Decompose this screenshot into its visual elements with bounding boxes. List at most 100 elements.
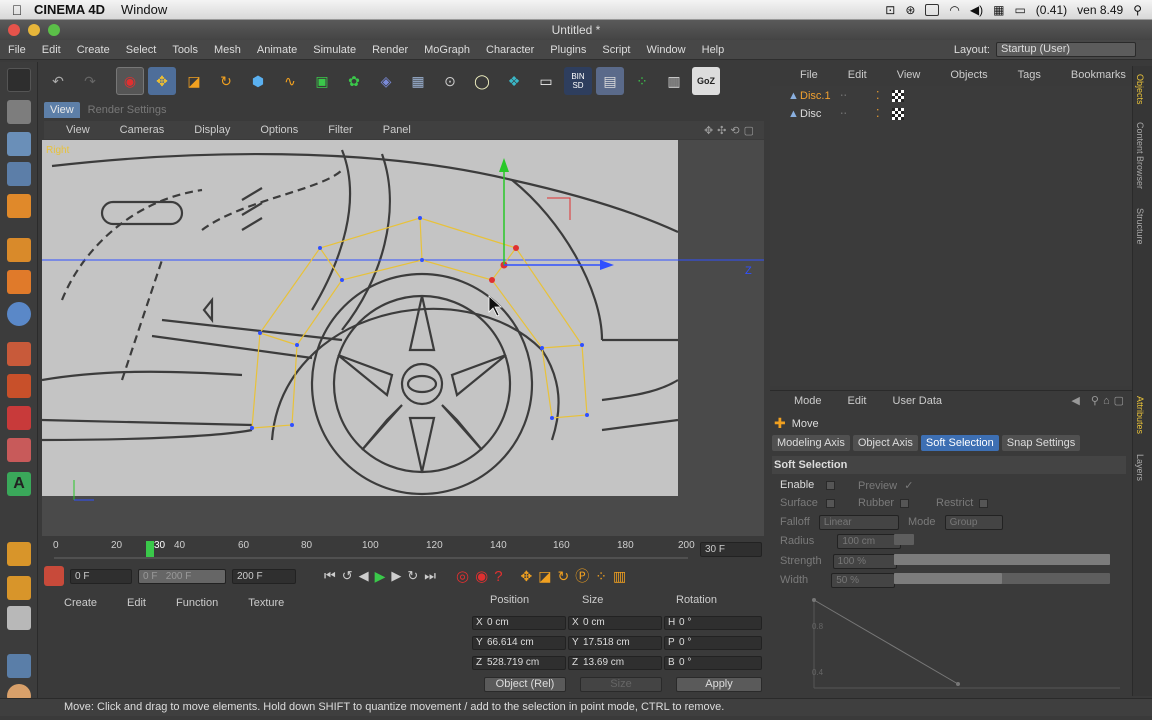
make-editable-icon[interactable] (7, 68, 31, 92)
mode-dropdown[interactable]: Group (944, 515, 1003, 530)
wifi-icon[interactable]: ◠ (949, 3, 959, 17)
radius-field[interactable]: 100 cm (837, 534, 902, 549)
workplane-icon[interactable] (7, 162, 31, 186)
menu-render[interactable]: Render (364, 44, 416, 56)
rotation-b-field[interactable]: B 0 ° (664, 656, 762, 670)
bin-sd-icon[interactable]: BIN SD (564, 67, 592, 95)
next-frame-icon[interactable]: ▶ (391, 568, 401, 584)
points-mode-icon[interactable] (7, 194, 31, 218)
texture-tag-icon[interactable] (892, 90, 904, 102)
camera-status-icon[interactable]: ⊡ (885, 3, 895, 17)
minimize-window-button[interactable] (28, 24, 40, 36)
tab-snap-settings[interactable]: Snap Settings (1001, 435, 1081, 451)
viewport-right[interactable]: Z Right (42, 140, 764, 536)
layer-icon[interactable]: ▤ (596, 67, 624, 95)
menu-script[interactable]: Script (594, 44, 638, 56)
attributes-menu-user-data[interactable]: User Data (875, 395, 951, 407)
key-scale-icon[interactable]: ◪ (538, 568, 551, 585)
visibility-dots-icon[interactable]: ⋅⋅ (840, 88, 847, 104)
object-name[interactable]: Disc.1 (800, 88, 831, 104)
brush-icon[interactable] (7, 542, 31, 566)
clock[interactable]: ven 8.49 (1077, 3, 1123, 17)
viewport-menu-filter[interactable]: Filter (308, 124, 362, 136)
side-tab-attributes[interactable]: Attributes (1135, 396, 1145, 434)
objects-menu-objects[interactable]: Objects (930, 69, 997, 81)
timeline-canvas[interactable] (44, 538, 764, 562)
app-name-menu[interactable]: CINEMA 4D (34, 2, 105, 17)
battery-icon[interactable]: ▭ (1014, 3, 1025, 17)
keyframe-selection-icon[interactable]: ? (494, 568, 502, 585)
position-x-field[interactable]: X 0 cm (472, 616, 566, 630)
viewport-menu-cameras[interactable]: Cameras (100, 124, 175, 136)
polygons-mode-icon[interactable] (7, 270, 31, 294)
texture-tag-icon[interactable] (892, 108, 904, 120)
edges-mode-icon[interactable] (7, 238, 31, 262)
texture-mode-icon[interactable] (7, 132, 31, 156)
apply-button[interactable]: Apply (676, 677, 762, 692)
playhead[interactable] (146, 541, 154, 557)
play-icon[interactable]: ▶ (375, 568, 386, 585)
go-to-end-icon[interactable]: ⏭ (424, 568, 436, 584)
visibility-dots-icon[interactable]: ⋅⋅ (840, 106, 847, 122)
camera-icon[interactable]: ⊙ (436, 67, 464, 95)
side-tab-layers[interactable]: Layers (1135, 454, 1145, 481)
undo-icon[interactable]: ↶ (44, 67, 72, 95)
rubber-checkbox[interactable] (900, 498, 910, 508)
menu-mesh[interactable]: Mesh (206, 44, 249, 56)
locked-workplane-icon[interactable] (7, 406, 31, 430)
render-view-icon[interactable]: ❖ (500, 67, 528, 95)
snap-icon[interactable] (7, 374, 31, 398)
range-slider[interactable]: 0 F 200 F (138, 568, 226, 584)
axis-mode-icon[interactable] (7, 302, 31, 326)
input-menu-icon[interactable]: ▦ (993, 3, 1004, 17)
objects-menu-file[interactable]: File (770, 69, 828, 81)
model-mode-icon[interactable] (7, 100, 31, 124)
material-menu-create[interactable]: Create (44, 597, 107, 609)
menu-plugins[interactable]: Plugins (542, 44, 594, 56)
zoom-window-button[interactable] (48, 24, 60, 36)
attributes-menu-mode[interactable]: Mode (770, 395, 830, 407)
tag-icon[interactable]: ⁚ (876, 88, 880, 104)
viewport-nav-icons[interactable]: ✥✣⟲▢ (704, 124, 764, 137)
rotation-h-field[interactable]: H0 ° (664, 616, 762, 630)
light-icon[interactable]: ◯ (468, 67, 496, 95)
tab-modeling-axis[interactable]: Modeling Axis (772, 435, 850, 451)
script-icon[interactable] (7, 654, 31, 678)
timeline-ruler[interactable]: 0 20 30 40 60 80 100 120 140 160 180 200… (44, 538, 764, 562)
restrict-checkbox[interactable] (979, 498, 989, 508)
object-row[interactable]: ▲ Disc.1 ⋅⋅ ⁚ (770, 88, 1132, 104)
floor-icon[interactable]: ▦ (404, 67, 432, 95)
coordinate-mode-dropdown[interactable]: Object (Rel) (484, 677, 566, 692)
key-position-icon[interactable]: ✥ (521, 568, 533, 585)
tab-soft-selection[interactable]: Soft Selection (920, 435, 999, 451)
menu-character[interactable]: Character (478, 44, 542, 56)
side-tab-structure[interactable]: Structure (1135, 208, 1145, 245)
rotate-icon[interactable]: ↻ (212, 67, 240, 95)
key-rotation-icon[interactable]: ↻ (558, 568, 570, 585)
key-parameter-icon[interactable]: Ⓟ (575, 566, 589, 586)
solo-icon[interactable] (7, 438, 31, 462)
sync-icon[interactable]: ⊛ (905, 3, 915, 17)
magnet-icon[interactable] (7, 606, 31, 630)
menu-simulate[interactable]: Simulate (305, 44, 364, 56)
size-mode-dropdown[interactable]: Size (580, 677, 662, 692)
record-icon[interactable] (44, 566, 64, 586)
material-menu-texture[interactable]: Texture (228, 597, 294, 609)
menu-select[interactable]: Select (118, 44, 165, 56)
object-row[interactable]: ▲ Disc ⋅⋅ ⁚ (770, 106, 1132, 122)
viewport-menu-display[interactable]: Display (174, 124, 240, 136)
goz-icon[interactable]: GoZ (692, 67, 720, 95)
move-icon[interactable]: ✥ (148, 67, 176, 95)
width-field[interactable]: 50 % (831, 573, 896, 588)
rotation-p-field[interactable]: P 0 ° (664, 636, 762, 650)
viewport-canvas[interactable]: Z (42, 140, 764, 536)
objects-menu-tags[interactable]: Tags (998, 69, 1051, 81)
objects-menu-view[interactable]: View (877, 69, 931, 81)
end-frame-field[interactable]: 200 F (232, 568, 296, 584)
enable-checkbox[interactable] (826, 480, 836, 490)
objects-menu-bookmarks[interactable]: Bookmarks (1051, 69, 1136, 81)
spline-icon[interactable]: ∿ (276, 67, 304, 95)
falloff-graph[interactable]: 0.8 0.4 (790, 592, 1120, 692)
layout-dropdown[interactable]: Startup (User) (996, 42, 1136, 57)
cube-icon[interactable]: ⬢ (244, 67, 272, 95)
